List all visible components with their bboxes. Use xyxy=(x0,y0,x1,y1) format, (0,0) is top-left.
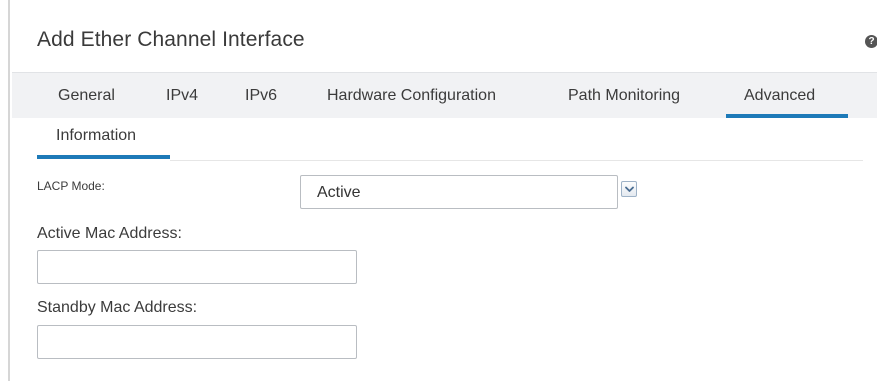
active-mac-address-label: Active Mac Address: xyxy=(37,225,182,242)
lacp-mode-value: Active xyxy=(317,184,361,201)
tab-ipv6[interactable]: IPv6 xyxy=(245,87,277,105)
tab-bar: General IPv4 IPv6 Hardware Configuration… xyxy=(12,72,877,118)
dialog-title: Add Ether Channel Interface xyxy=(37,28,305,51)
tab-general[interactable]: General xyxy=(58,87,115,105)
active-mac-address-input[interactable] xyxy=(37,250,357,284)
dialog-left-border xyxy=(8,0,10,381)
active-subtab-indicator xyxy=(37,155,170,159)
active-tab-indicator xyxy=(726,114,848,118)
tab-advanced[interactable]: Advanced xyxy=(744,87,815,105)
tab-ipv4[interactable]: IPv4 xyxy=(166,87,198,105)
standby-mac-address-input[interactable] xyxy=(37,325,357,359)
tab-hardware-configuration[interactable]: Hardware Configuration xyxy=(327,87,496,105)
subtab-divider xyxy=(170,160,863,161)
lacp-mode-label: LACP Mode: xyxy=(37,179,105,193)
add-ether-channel-dialog: Add Ether Channel Interface ? General IP… xyxy=(0,0,877,381)
chevron-down-icon[interactable] xyxy=(621,181,637,197)
lacp-mode-select[interactable]: Active xyxy=(300,175,618,209)
tab-path-monitoring[interactable]: Path Monitoring xyxy=(568,87,680,105)
help-icon[interactable]: ? xyxy=(865,35,877,48)
subtab-information[interactable]: Information xyxy=(56,127,136,145)
standby-mac-address-label: Standby Mac Address: xyxy=(37,299,198,316)
